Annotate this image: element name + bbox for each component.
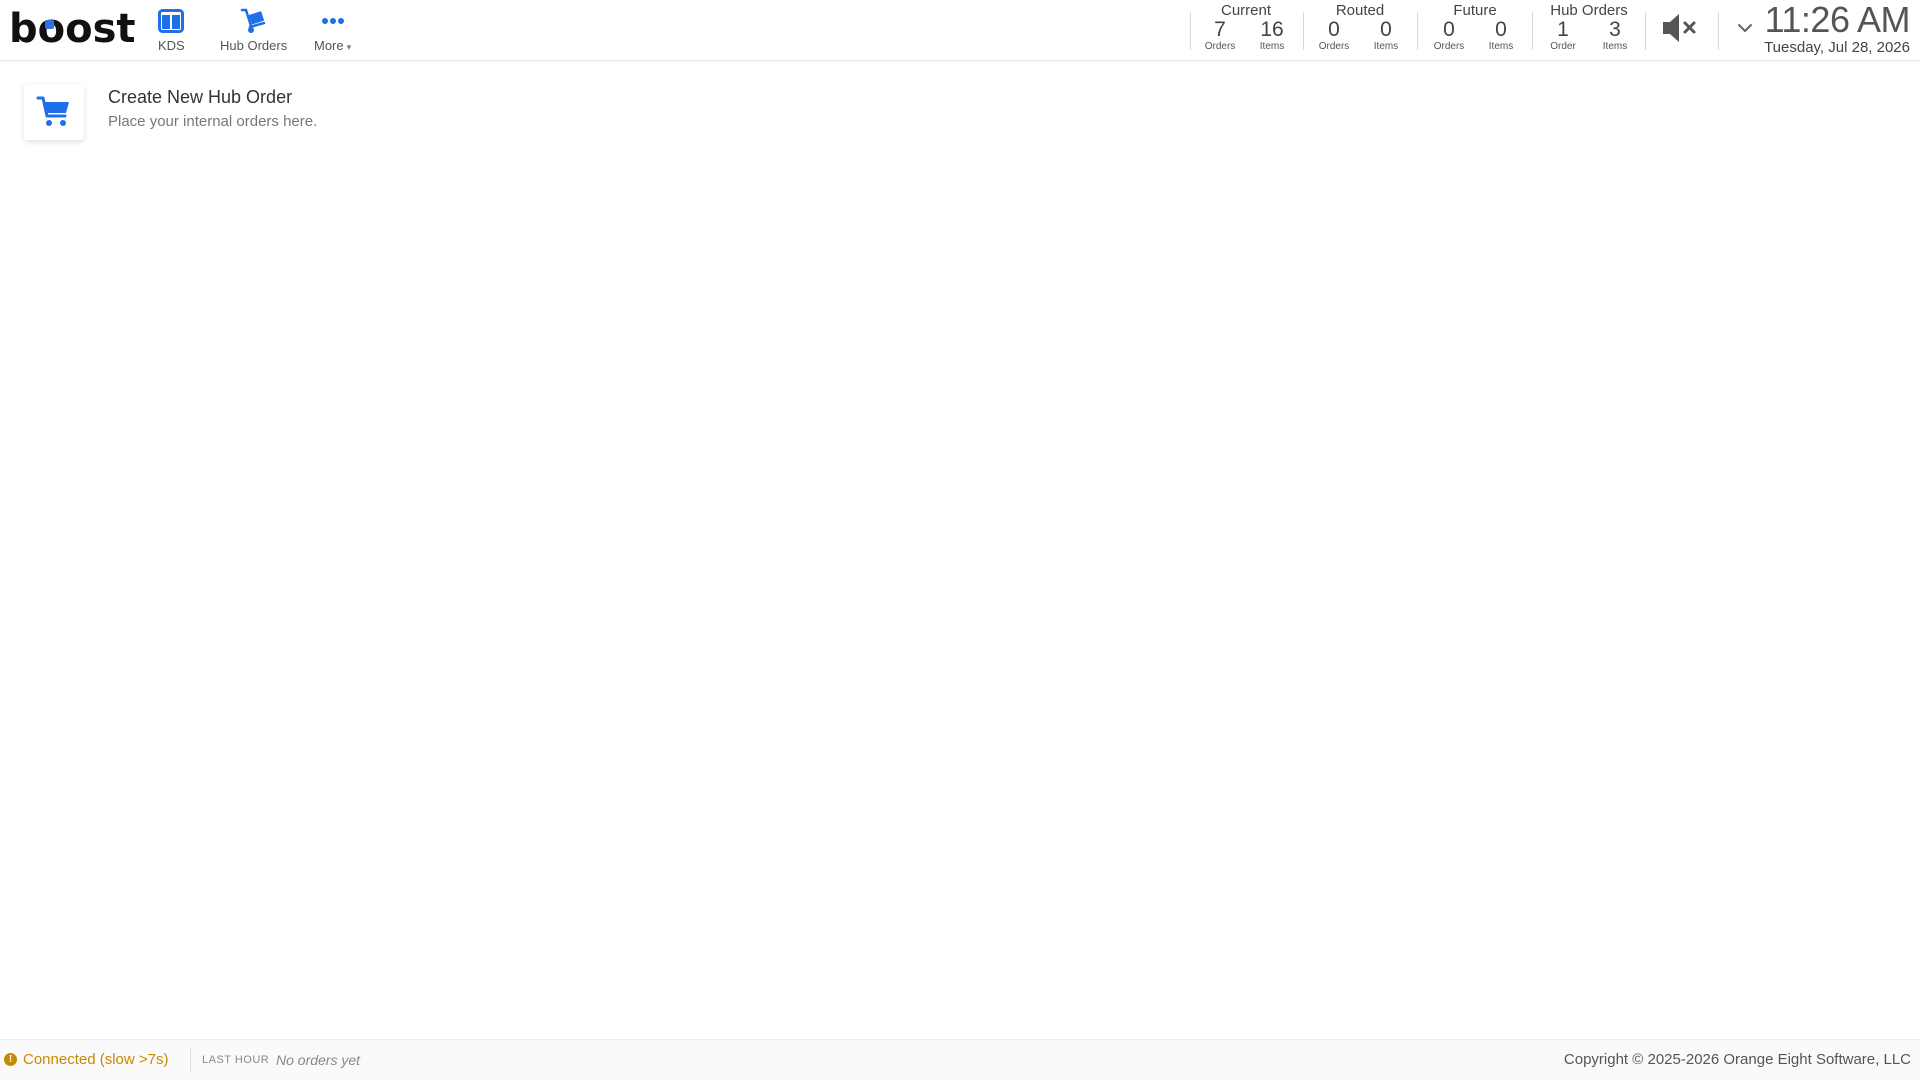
stat-current[interactable]: Current 7 Orders 16 Items: [1194, 2, 1298, 53]
stat-divider: [1303, 12, 1304, 50]
create-hub-order-subtitle: Place your internal orders here.: [108, 113, 318, 130]
stat-future[interactable]: Future 0 Orders 0 Items: [1423, 2, 1527, 53]
top-bar: boost KDS Hub Orders More ▾ Current 7 Or…: [0, 0, 1920, 61]
stat-current-orders-count: 7: [1214, 18, 1226, 41]
clock: 11:26 AM Tuesday, Jul 28, 2026: [1764, 0, 1910, 56]
nav-more-label: More ▾: [314, 38, 351, 53]
stat-unit: Items: [1259, 41, 1285, 52]
stat-unit: Orders: [1318, 41, 1350, 52]
logo-text-ost: ost: [65, 6, 136, 52]
create-hub-order-title[interactable]: Create New Hub Order: [108, 86, 317, 108]
stat-divider: [1190, 12, 1191, 50]
stat-routed[interactable]: Routed 0 Orders 0 Items: [1308, 2, 1412, 53]
stat-future-title: Future: [1453, 2, 1497, 19]
speaker-mute-icon: [1663, 14, 1696, 42]
stat-current-items-count: 16: [1260, 18, 1284, 41]
stat-unit: Orders: [1433, 41, 1465, 52]
last-hour-value: No orders yet: [276, 1052, 361, 1068]
stat-divider: [1645, 12, 1646, 50]
copyright: Copyright © 2025-2026 Orange Eight Softw…: [1563, 1051, 1911, 1068]
chevron-down-icon: [1738, 24, 1752, 32]
stat-future-items-count: 0: [1495, 18, 1507, 41]
footer-divider: [190, 1048, 191, 1072]
logo-text-b: b: [9, 6, 38, 52]
cart-icon: [36, 96, 69, 126]
stat-routed-items-count: 0: [1380, 18, 1392, 41]
caret-down-icon: ▾: [346, 42, 352, 52]
nav-hub-orders[interactable]: Hub Orders: [220, 6, 287, 53]
stat-hub-orders-title: Hub Orders: [1550, 2, 1628, 19]
stat-unit: Items: [1373, 41, 1399, 52]
kds-icon: [158, 6, 185, 36]
footer: ! Connected (slow >7s) LAST HOUR No orde…: [0, 1039, 1920, 1080]
stat-divider: [1718, 12, 1719, 50]
stat-unit: Order: [1550, 41, 1576, 52]
nav-kds[interactable]: KDS: [158, 6, 185, 53]
stat-current-title: Current: [1220, 2, 1272, 19]
stat-divider: [1532, 12, 1533, 50]
nav-hub-orders-label: Hub Orders: [220, 38, 288, 53]
mute-button[interactable]: [1660, 10, 1704, 46]
ellipsis-icon: [321, 6, 345, 36]
last-hour-label: LAST HOUR: [202, 1054, 270, 1066]
stat-future-orders-count: 0: [1443, 18, 1455, 41]
stat-unit: Items: [1488, 41, 1514, 52]
boost-logo[interactable]: boost: [9, 4, 136, 52]
create-hub-order-card[interactable]: Create New Hub Order Place your internal…: [24, 84, 317, 140]
clock-time: 11:26 AM: [1764, 0, 1911, 40]
stat-hub-orders-order-count: 1: [1557, 18, 1569, 41]
stat-divider: [1417, 12, 1418, 50]
cart-icon-box[interactable]: [24, 84, 84, 140]
nav-kds-label: KDS: [158, 38, 185, 53]
hand-truck-icon: [240, 6, 268, 36]
nav-more[interactable]: More ▾: [314, 6, 351, 53]
logo-text-o: o: [37, 6, 66, 52]
connection-status-text: Connected (slow >7s): [23, 1051, 169, 1068]
stat-unit: Items: [1602, 41, 1628, 52]
stat-unit: Orders: [1204, 41, 1236, 52]
stat-routed-title: Routed: [1335, 2, 1385, 19]
nav-more-text: More: [314, 38, 344, 53]
stat-hub-orders-items-count: 3: [1609, 18, 1621, 41]
stat-routed-orders-count: 0: [1328, 18, 1340, 41]
warning-icon: !: [4, 1053, 17, 1066]
connection-status[interactable]: ! Connected (slow >7s): [4, 1051, 169, 1068]
stat-hub-orders[interactable]: Hub Orders 1 Order 3 Items: [1537, 2, 1641, 53]
chevron-down-button[interactable]: [1735, 18, 1755, 38]
clock-date: Tuesday, Jul 28, 2026: [1764, 39, 1910, 56]
